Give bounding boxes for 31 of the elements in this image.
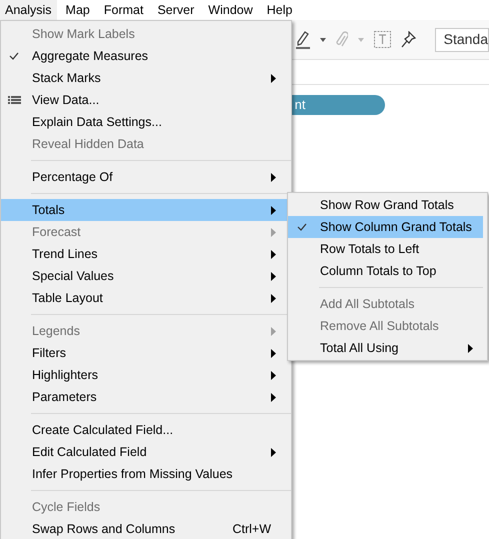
pen-icon[interactable] (296, 30, 310, 48)
text-box-icon[interactable] (374, 31, 391, 48)
view-size-dropdown[interactable]: Standa (434, 28, 489, 52)
menu-item[interactable]: Total All Using (288, 337, 483, 359)
menu-bar-item[interactable]: Map (60, 0, 95, 20)
paperclip-icon[interactable] (336, 30, 348, 48)
menu-item[interactable]: Special Values (1, 265, 291, 287)
menu-bar-item[interactable]: Server (152, 0, 200, 20)
caret-icon[interactable] (320, 38, 326, 42)
menu-item[interactable]: Trend Lines (1, 243, 291, 265)
menu-item[interactable]: Stack Marks (1, 67, 291, 89)
menu-bar-item[interactable]: Help (262, 0, 298, 20)
menu-item[interactable]: Show Row Grand Totals (288, 194, 483, 216)
pin-icon[interactable] (400, 30, 417, 48)
menu-item[interactable]: Swap Rows and Columns Ctrl+W (1, 518, 291, 539)
menu-item[interactable]: Create Calculated Field... (1, 419, 291, 441)
menu-item[interactable]: Edit Calculated Field (1, 441, 291, 463)
menu-item[interactable]: Highlighters (1, 364, 291, 386)
menu-bar-item[interactable]: Analysis (0, 0, 57, 20)
shortcut-label: Ctrl+W (232, 520, 271, 538)
menu-item[interactable]: Show Column Grand Totals (288, 216, 483, 238)
menu-item[interactable]: Aggregate Measures (1, 45, 291, 67)
menu-item[interactable]: Row Totals to Left (288, 238, 483, 260)
menu-item[interactable]: Infer Properties from Missing Values (1, 463, 291, 485)
menu-item[interactable]: Column Totals to Top (288, 260, 483, 282)
menu-item[interactable]: Parameters (1, 386, 291, 408)
menu-item[interactable]: Filters (1, 342, 291, 364)
menu-item[interactable]: Table Layout (1, 287, 291, 309)
menu-bar-item[interactable]: Window (203, 0, 258, 20)
menu-bar-item[interactable]: Format (98, 0, 148, 20)
menu-item[interactable]: Percentage Of (1, 166, 291, 188)
